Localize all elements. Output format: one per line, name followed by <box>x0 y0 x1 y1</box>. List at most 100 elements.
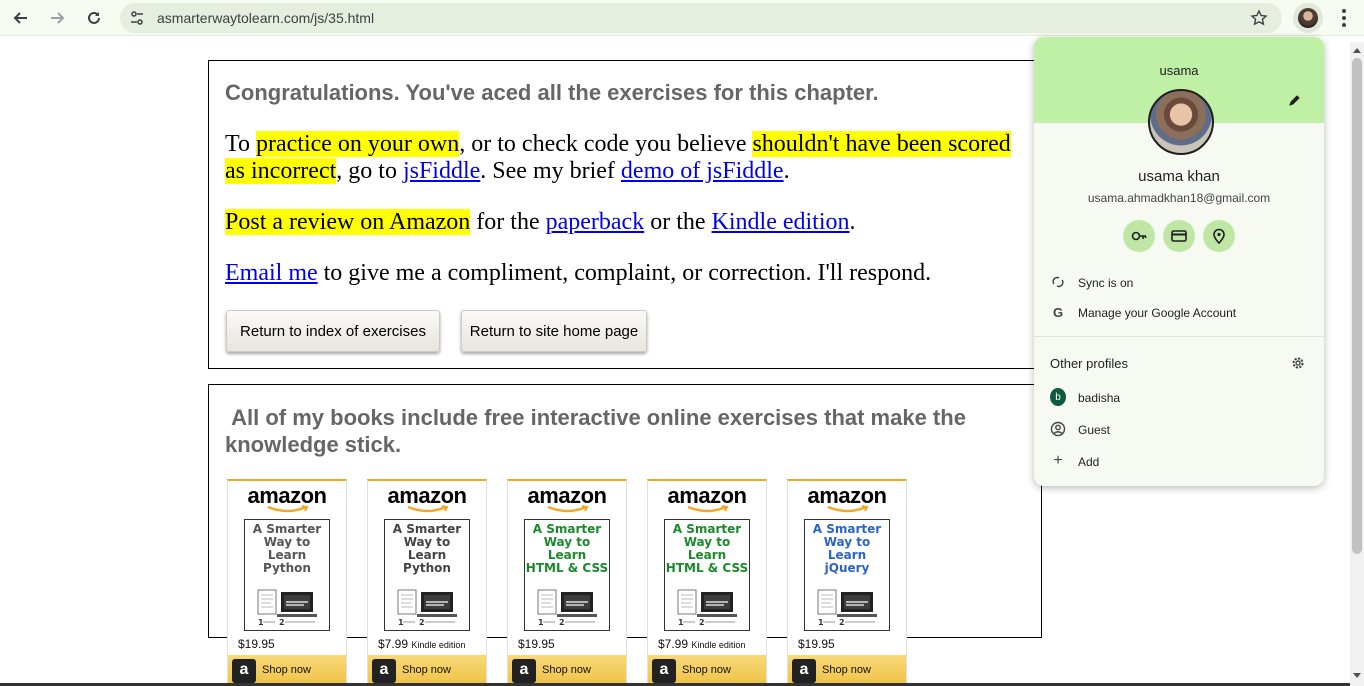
amazon-a-icon: a <box>792 659 816 683</box>
kindle-edition-link[interactable]: Kindle edition <box>712 209 850 235</box>
page-scrollbar[interactable] <box>1350 42 1364 686</box>
reload-icon <box>88 11 100 24</box>
chrome-menu-button[interactable] <box>1334 6 1354 30</box>
book-cover-devices-icon: 1 2 <box>257 589 317 626</box>
scroll-up-arrow[interactable] <box>1353 48 1361 53</box>
book-price: $19.95 <box>798 637 835 651</box>
book-price: $7.99 Kindle edition <box>378 637 466 651</box>
book-card[interactable]: amazon A Smarter Way to Learn Python 1 2 $1… <box>227 479 347 686</box>
payment-methods-button[interactable] <box>1163 220 1195 252</box>
shop-now-button[interactable]: a Shop now <box>648 655 766 686</box>
amazon-a-icon: a <box>512 659 536 683</box>
site-info-icon[interactable] <box>128 9 146 32</box>
address-bar[interactable]: asmarterwaytolearn.com/js/35.html <box>120 3 1282 33</box>
sync-status-text: Sync is on <box>1078 276 1134 290</box>
amazon-a-icon: a <box>372 659 396 683</box>
plus-icon: + <box>1053 452 1063 469</box>
svg-text:2: 2 <box>699 618 705 626</box>
review-paragraph: Post a review on Amazon for the paperbac… <box>225 209 1025 236</box>
url-text[interactable]: asmarterwaytolearn.com/js/35.html <box>157 10 374 26</box>
profile-item-label: badisha <box>1078 391 1121 405</box>
profile-full-name: usama khan <box>1138 168 1220 185</box>
amazon-smile-icon <box>407 505 449 513</box>
credit-card-icon <box>1171 230 1187 242</box>
jsfiddle-link[interactable]: jsFiddle <box>403 158 480 184</box>
guest-icon <box>1050 421 1066 437</box>
text-segment: or the <box>644 209 712 235</box>
scroll-thumb[interactable] <box>1352 58 1362 554</box>
reload-button[interactable] <box>82 6 106 30</box>
shop-now-label: Shop now <box>262 664 311 676</box>
book-price: $19.95 <box>518 637 555 651</box>
book-price: $19.95 <box>238 637 275 651</box>
location-pin-icon <box>1213 228 1225 245</box>
shop-now-label: Shop now <box>542 664 591 676</box>
arrow-left-icon <box>13 12 27 24</box>
book-title-line: HTML & CSS <box>665 561 749 575</box>
jsfiddle-demo-link[interactable]: demo of jsFiddle <box>621 158 784 184</box>
profile-item-label: Guest <box>1078 423 1111 437</box>
book-cover[interactable]: A Smarter Way to Learn Python 1 2 <box>384 519 470 631</box>
book-cover-devices-icon: 1 2 <box>817 589 877 626</box>
book-card[interactable]: amazon A Smarter Way to Learn HTML & CSS 1 … <box>507 479 627 686</box>
profile-menu: usama usama khan usama.ahmadkhan18@gmail… <box>1034 37 1324 486</box>
shop-now-button[interactable]: a Shop now <box>368 655 486 686</box>
profile-name: usama <box>1159 63 1199 78</box>
amazon-smile-icon <box>267 505 309 513</box>
back-button[interactable] <box>9 6 33 30</box>
book-title-line: HTML & CSS <box>525 561 609 575</box>
addresses-button[interactable] <box>1203 220 1235 252</box>
book-title-line: Python <box>403 561 451 575</box>
congrats-heading: Congratulations. You've aced all the exe… <box>225 80 879 105</box>
book-cover[interactable]: A Smarter Way to Learn Python 1 2 <box>244 519 330 631</box>
book-title: A Smarter Way to Learn HTML & CSS <box>525 523 609 575</box>
arrow-right-icon <box>51 12 65 24</box>
text-segment: . <box>849 209 856 235</box>
shop-now-label: Shop now <box>822 664 871 676</box>
book-cover-devices-icon: 1 2 <box>677 589 737 626</box>
return-to-home-button[interactable]: Return to site home page <box>461 310 647 352</box>
book-title-line: jQuery <box>824 561 870 575</box>
amazon-smile-icon <box>827 505 869 513</box>
gear-icon[interactable] <box>1290 355 1306 376</box>
svg-text:2: 2 <box>419 618 425 626</box>
book-card[interactable]: amazon A Smarter Way to Learn jQuery 1 2 $1… <box>787 479 907 686</box>
profile-email: usama.ahmadkhan18@gmail.com <box>1087 191 1271 205</box>
forward-button[interactable] <box>45 6 69 30</box>
book-cover[interactable]: A Smarter Way to Learn HTML & CSS 1 2 <box>524 519 610 631</box>
text-segment: . <box>783 158 790 184</box>
email-paragraph: Email me to give me a compliment, compla… <box>225 260 1025 287</box>
book-title: A Smarter Way to Learn Python <box>385 523 469 575</box>
return-to-index-button[interactable]: Return to index of exercises <box>226 310 440 352</box>
book-price: $7.99 Kindle edition <box>658 637 746 651</box>
amazon-a-icon: a <box>232 659 256 683</box>
profile-initial-badge: b <box>1050 388 1066 406</box>
shop-now-button[interactable]: a Shop now <box>788 655 906 686</box>
book-card[interactable]: amazon A Smarter Way to Learn Python 1 2 $7… <box>367 479 487 686</box>
passwords-button[interactable] <box>1123 220 1155 252</box>
book-cover[interactable]: A Smarter Way to Learn jQuery 1 2 <box>804 519 890 631</box>
amazon-a-icon: a <box>652 659 676 683</box>
browser-toolbar: asmarterwaytolearn.com/js/35.html <box>0 0 1364 36</box>
bookmark-star-icon[interactable] <box>1250 9 1268 32</box>
scroll-down-arrow[interactable] <box>1353 673 1361 678</box>
text-segment: for the <box>470 209 546 235</box>
shop-now-button[interactable]: a Shop now <box>228 655 346 686</box>
book-card[interactable]: amazon A Smarter Way to Learn HTML & CSS 1 … <box>647 479 767 686</box>
book-title-line: Python <box>263 561 311 575</box>
shop-now-label: Shop now <box>402 664 451 676</box>
book-cover[interactable]: A Smarter Way to Learn HTML & CSS 1 2 <box>664 519 750 631</box>
amazon-smile-icon <box>687 505 729 513</box>
book-title: A Smarter Way to Learn Python <box>245 523 329 575</box>
shop-now-button[interactable]: a Shop now <box>508 655 626 686</box>
practice-paragraph: To practice on your own, or to check cod… <box>225 131 1025 185</box>
profile-button[interactable] <box>1293 3 1323 33</box>
sync-icon <box>1050 274 1066 290</box>
book-title: A Smarter Way to Learn HTML & CSS <box>665 523 749 575</box>
text-segment: to give me a compliment, complaint, or c… <box>317 260 932 286</box>
paperback-link[interactable]: paperback <box>546 209 645 235</box>
email-me-link[interactable]: Email me <box>225 260 318 286</box>
highlight-text: practice on your own <box>255 131 460 157</box>
pencil-icon[interactable] <box>1288 93 1302 112</box>
key-icon <box>1131 231 1147 241</box>
